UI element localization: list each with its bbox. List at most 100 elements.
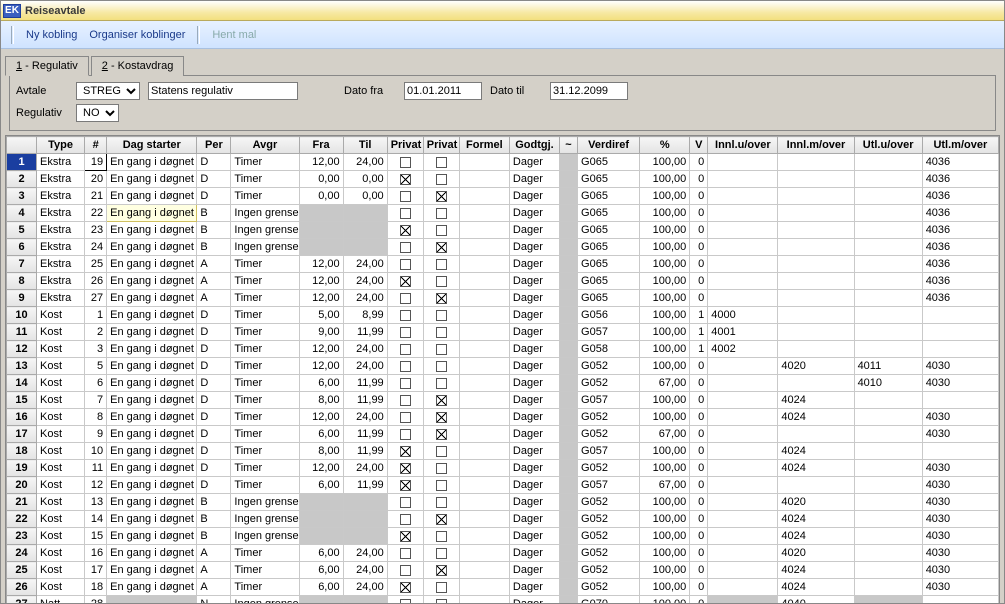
grid-row[interactable]: 7Ekstra25En gang i døgnetATimer12,0024,0… [7, 256, 999, 273]
cell-avgr[interactable]: Timer [231, 375, 299, 392]
cell-type[interactable]: Ekstra [37, 256, 85, 273]
cell-innl-u[interactable] [708, 392, 778, 409]
cell-fra[interactable]: 9,00 [299, 324, 343, 341]
cell-utl-m[interactable]: 4036 [922, 256, 998, 273]
cell-formel[interactable] [459, 171, 509, 188]
cell-v[interactable]: 0 [690, 154, 708, 171]
cell-fra[interactable]: 12,00 [299, 256, 343, 273]
cell-type[interactable]: Kost [37, 528, 85, 545]
cell-godtgj[interactable]: Dager [509, 324, 559, 341]
cell-utl-m[interactable]: 4036 [922, 188, 998, 205]
cell-innl-u[interactable] [708, 443, 778, 460]
checkbox[interactable] [400, 497, 411, 508]
cell-pct[interactable]: 67,00 [640, 426, 690, 443]
cell-hash[interactable]: 5 [85, 358, 107, 375]
checkbox[interactable] [436, 599, 447, 604]
cell-utl-m[interactable] [922, 324, 998, 341]
cell-fra[interactable] [299, 511, 343, 528]
cell-tilde[interactable] [560, 596, 578, 604]
cell-innl-u[interactable] [708, 528, 778, 545]
cell-innl-m[interactable]: 4024 [778, 392, 854, 409]
cell-tilde[interactable] [560, 171, 578, 188]
cell-hash[interactable]: 6 [85, 375, 107, 392]
checkbox[interactable] [436, 191, 447, 202]
cell-pct[interactable]: 100,00 [640, 256, 690, 273]
cell-hash[interactable]: 7 [85, 392, 107, 409]
cell-innl-m[interactable] [778, 341, 854, 358]
row-number[interactable]: 25 [7, 562, 37, 579]
checkbox[interactable] [436, 548, 447, 559]
grid-row[interactable]: 18Kost10En gang i døgnetDTimer8,0011,99D… [7, 443, 999, 460]
checkbox[interactable] [436, 480, 447, 491]
cell-dag-starter[interactable]: En gang i døgnet [107, 307, 197, 324]
cell-v[interactable]: 0 [690, 171, 708, 188]
grid-row[interactable]: 6Ekstra24En gang i døgnetBIngen grenseDa… [7, 239, 999, 256]
cell-innl-u[interactable] [708, 511, 778, 528]
cell-formel[interactable] [459, 239, 509, 256]
cell-utl-u[interactable] [854, 426, 922, 443]
cell-dag-starter[interactable]: En gang i døgnet [107, 171, 197, 188]
checkbox[interactable] [400, 548, 411, 559]
cell-formel[interactable] [459, 307, 509, 324]
cell-utl-m[interactable]: 4030 [922, 460, 998, 477]
cell-innl-u[interactable] [708, 171, 778, 188]
cell-verdiref[interactable]: G070 [578, 596, 640, 604]
cell-pct[interactable]: 100,00 [640, 562, 690, 579]
input-datofra[interactable] [404, 82, 482, 100]
cell-formel[interactable] [459, 528, 509, 545]
cell-avgr[interactable]: Timer [231, 358, 299, 375]
cell-avgr[interactable]: Ingen grense [231, 494, 299, 511]
row-number[interactable]: 8 [7, 273, 37, 290]
cell-godtgj[interactable]: Dager [509, 171, 559, 188]
checkbox[interactable] [400, 378, 411, 389]
cell-dag-starter[interactable]: En gang i døgnet [107, 239, 197, 256]
checkbox[interactable] [436, 361, 447, 372]
cell-hash[interactable]: 17 [85, 562, 107, 579]
row-number[interactable]: 20 [7, 477, 37, 494]
col-rownum[interactable] [7, 137, 37, 154]
cell-pct[interactable]: 100,00 [640, 205, 690, 222]
cell-innl-u[interactable]: 4000 [708, 307, 778, 324]
cell-utl-m[interactable]: 4030 [922, 511, 998, 528]
cell-innl-u[interactable] [708, 460, 778, 477]
cell-fra[interactable]: 12,00 [299, 290, 343, 307]
cell-type[interactable]: Ekstra [37, 290, 85, 307]
cell-tilde[interactable] [560, 341, 578, 358]
cell-innl-u[interactable] [708, 579, 778, 596]
cell-verdiref[interactable]: G057 [578, 477, 640, 494]
cell-til[interactable]: 24,00 [343, 579, 387, 596]
cell-utl-m[interactable]: 4030 [922, 494, 998, 511]
col-pct[interactable]: % [640, 137, 690, 154]
row-number[interactable]: 22 [7, 511, 37, 528]
cell-utl-u[interactable] [854, 188, 922, 205]
cell-til[interactable]: 24,00 [343, 409, 387, 426]
cell-innl-m[interactable]: 4020 [778, 545, 854, 562]
cell-v[interactable]: 0 [690, 409, 708, 426]
cell-dag-starter[interactable]: En gang i døgnet [107, 494, 197, 511]
cell-godtgj[interactable]: Dager [509, 596, 559, 604]
cell-pct[interactable]: 100,00 [640, 307, 690, 324]
cell-innl-u[interactable] [708, 477, 778, 494]
cell-dag-starter[interactable]: En gang i døgnet [107, 426, 197, 443]
cell-per[interactable]: D [197, 426, 231, 443]
cell-hash[interactable]: 1 [85, 307, 107, 324]
cell-hash[interactable]: 9 [85, 426, 107, 443]
cell-til[interactable]: 11,99 [343, 477, 387, 494]
cell-v[interactable]: 1 [690, 324, 708, 341]
cell-per[interactable]: B [197, 494, 231, 511]
cell-utl-u[interactable] [854, 579, 922, 596]
row-number[interactable]: 4 [7, 205, 37, 222]
cell-formel[interactable] [459, 273, 509, 290]
checkbox[interactable] [400, 293, 411, 304]
cell-avgr[interactable]: Timer [231, 426, 299, 443]
checkbox[interactable] [400, 531, 411, 542]
cell-tilde[interactable] [560, 426, 578, 443]
cell-utl-m[interactable]: 4036 [922, 239, 998, 256]
cell-v[interactable]: 0 [690, 443, 708, 460]
checkbox[interactable] [436, 225, 447, 236]
col-privat1[interactable]: Privat [387, 137, 423, 154]
checkbox[interactable] [400, 242, 411, 253]
cell-type[interactable]: Natt [37, 596, 85, 604]
cell-formel[interactable] [459, 222, 509, 239]
checkbox[interactable] [400, 565, 411, 576]
